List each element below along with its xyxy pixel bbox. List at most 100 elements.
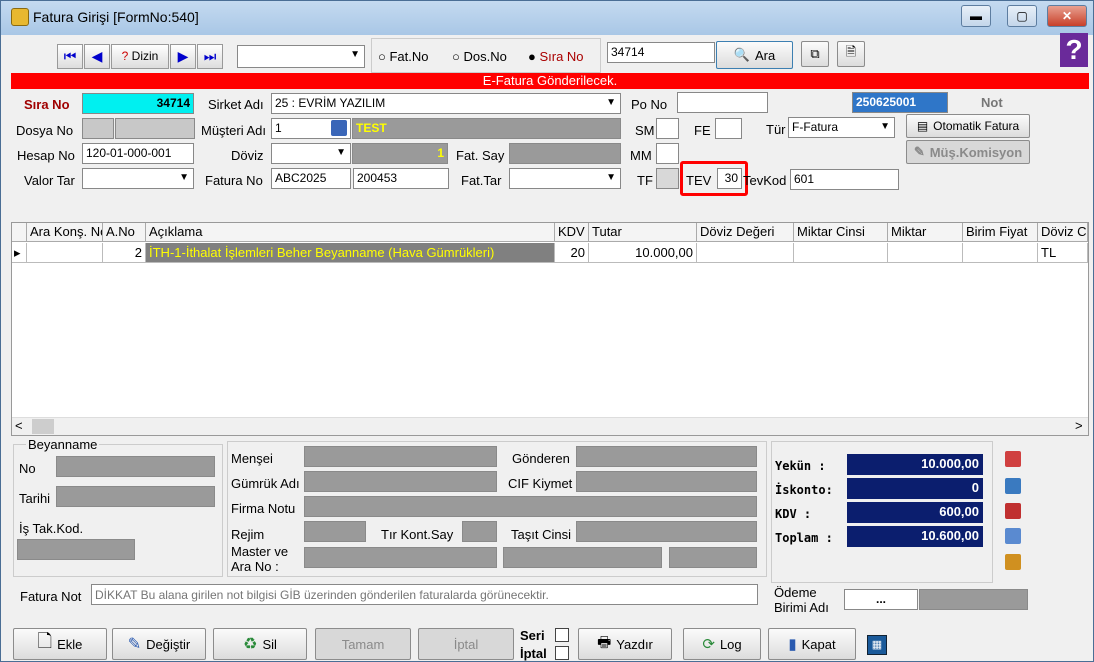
doviz-combo[interactable] bbox=[271, 143, 351, 164]
kapat-label: Kapat bbox=[801, 636, 836, 652]
next-record-button[interactable]: ▶ bbox=[170, 44, 196, 69]
scrollbar-thumb[interactable] bbox=[32, 419, 54, 434]
dizin-button[interactable]: ? Dizin bbox=[111, 44, 169, 69]
cell-ara-kons[interactable] bbox=[27, 243, 103, 263]
col-kdv[interactable]: KDV bbox=[555, 223, 589, 242]
tir-field bbox=[462, 521, 497, 542]
close-button[interactable]: ✕ bbox=[1047, 5, 1087, 27]
tevkod-field[interactable]: 601 bbox=[790, 169, 899, 190]
kapat-button[interactable]: ▮ Kapat bbox=[768, 628, 856, 660]
yazdir-button[interactable]: 🖶 Yazdır bbox=[578, 628, 672, 660]
toolbar-combo[interactable] bbox=[237, 45, 365, 68]
radio-fatno[interactable]: ○ Fat.No bbox=[378, 49, 428, 64]
tamam-button[interactable]: Tamam bbox=[315, 628, 411, 660]
ekle-button[interactable]: 🗋 Ekle bbox=[13, 628, 107, 660]
sira-no-field[interactable]: 34714 bbox=[82, 93, 194, 114]
mm-label: MM bbox=[630, 148, 652, 163]
rejim-label: Rejim bbox=[231, 527, 265, 542]
otomatik-fatura-label: Otomatik Fatura bbox=[933, 119, 1020, 133]
mus-komisyon-button[interactable]: ✎ Müş.Komisyon bbox=[906, 140, 1030, 164]
dosya-field-2[interactable] bbox=[115, 118, 195, 139]
doviz-label: Döviz bbox=[231, 148, 264, 163]
cell-ano[interactable]: 2 bbox=[103, 243, 146, 263]
fe-field[interactable] bbox=[715, 118, 742, 139]
degistir-button[interactable]: ✎ Değiştir bbox=[112, 628, 206, 660]
row-indicator[interactable]: ▸ bbox=[12, 243, 27, 263]
tf-field[interactable] bbox=[656, 168, 679, 189]
seri-iptal-checkbox[interactable] bbox=[555, 646, 569, 660]
cell-birim-fiyat[interactable] bbox=[963, 243, 1038, 263]
cell-aciklama[interactable]: İTH-1-İthalat İşlemleri Beher Beyanname … bbox=[146, 243, 555, 263]
door-icon: ▮ bbox=[788, 636, 797, 653]
seri-checkbox[interactable] bbox=[555, 628, 569, 642]
sm-label: SM bbox=[635, 123, 655, 138]
last-record-button[interactable]: ⏭ bbox=[197, 44, 223, 69]
efatura-banner: E-Fatura Gönderilecek. bbox=[11, 73, 1089, 89]
po-field[interactable] bbox=[677, 92, 768, 113]
lookup-icon[interactable] bbox=[331, 120, 347, 136]
col-doviz-degeri[interactable]: Döviz Değeri bbox=[697, 223, 794, 242]
col-aciklama[interactable]: Açıklama bbox=[146, 223, 555, 242]
hesap-field[interactable]: 120-01-000-001 bbox=[82, 143, 194, 164]
cell-tutar[interactable]: 10.000,00 bbox=[589, 243, 697, 263]
cell-miktar[interactable] bbox=[888, 243, 963, 263]
list-icon[interactable] bbox=[1005, 554, 1021, 570]
sirket-combo[interactable]: 25 : EVRİM YAZILIM bbox=[271, 93, 621, 114]
cell-miktar-cinsi[interactable] bbox=[794, 243, 888, 263]
musteri-label: Müşteri Adı bbox=[201, 123, 267, 138]
hesap-label: Hesap No bbox=[17, 148, 75, 163]
fat-say-label: Fat. Say bbox=[456, 148, 505, 163]
tev-field[interactable]: 30 bbox=[717, 168, 742, 189]
odeme-button[interactable]: ... bbox=[844, 589, 918, 610]
horizontal-scrollbar[interactable] bbox=[12, 417, 1088, 435]
fatura-not-input[interactable] bbox=[91, 584, 758, 605]
help-icon[interactable]: ? bbox=[1060, 33, 1088, 67]
odeme-label: Ödeme Birimi Adı bbox=[774, 585, 829, 615]
search-button[interactable]: 🔍 Ara bbox=[716, 41, 793, 69]
maximize-button[interactable]: ▢ bbox=[1007, 5, 1037, 27]
print-icon[interactable] bbox=[1005, 503, 1021, 519]
radio-dosno[interactable]: ○ Dos.No bbox=[452, 49, 507, 64]
copy-button[interactable]: ⧉ bbox=[801, 41, 829, 67]
cell-doviz-cinsi[interactable]: TL bbox=[1038, 243, 1088, 263]
first-record-button[interactable]: ⏮ bbox=[57, 44, 83, 69]
valor-combo[interactable] bbox=[82, 168, 194, 189]
scroll-left-icon[interactable]: < bbox=[15, 418, 23, 433]
sil-button[interactable]: ♻ Sil bbox=[213, 628, 307, 660]
fatura-no-field-1[interactable]: ABC2025 bbox=[271, 168, 351, 189]
tf-label: TF bbox=[637, 173, 653, 188]
log-button[interactable]: ⟳ Log bbox=[683, 628, 761, 660]
ref-code-field[interactable]: 250625001 bbox=[852, 92, 948, 113]
scroll-right-icon[interactable]: > bbox=[1075, 418, 1083, 433]
master-field-3 bbox=[669, 547, 757, 568]
mm-field[interactable] bbox=[656, 143, 679, 164]
fat-tar-combo[interactable] bbox=[509, 168, 621, 189]
otomatik-fatura-button[interactable]: ▤ Otomatik Fatura bbox=[906, 114, 1030, 138]
calculator-icon[interactable]: ▦ bbox=[867, 635, 887, 655]
col-birim-fiyat[interactable]: Birim Fiyat bbox=[963, 223, 1038, 242]
select-icon[interactable] bbox=[1005, 478, 1021, 494]
col-miktar[interactable]: Miktar bbox=[888, 223, 963, 242]
sm-field[interactable] bbox=[656, 118, 679, 139]
preview-button[interactable]: 🗎 bbox=[837, 41, 865, 67]
col-ara-kons[interactable]: Ara Konş. No bbox=[27, 223, 103, 242]
cell-doviz-degeri[interactable] bbox=[697, 243, 794, 263]
iptal-button[interactable]: İptal bbox=[418, 628, 514, 660]
prev-record-button[interactable]: ◀ bbox=[84, 44, 110, 69]
col-ano[interactable]: A.No bbox=[103, 223, 146, 242]
tur-combo[interactable]: F-Fatura bbox=[788, 117, 895, 138]
pages-icon[interactable] bbox=[1005, 528, 1021, 544]
fatura-no-field-2[interactable]: 200453 bbox=[353, 168, 449, 189]
odeme-field bbox=[919, 589, 1028, 610]
col-doviz-cinsi[interactable]: Döviz Ci bbox=[1038, 223, 1088, 242]
col-miktar-cinsi[interactable]: Miktar Cinsi bbox=[794, 223, 888, 242]
beyanname-no-label: No bbox=[19, 461, 36, 476]
cell-kdv[interactable]: 20 bbox=[555, 243, 589, 263]
document-icon: ▤ bbox=[916, 119, 929, 133]
search-input[interactable]: 34714 bbox=[607, 42, 715, 63]
dosya-field-1[interactable] bbox=[82, 118, 114, 139]
add-discount-icon[interactable] bbox=[1005, 451, 1021, 467]
col-tutar[interactable]: Tutar bbox=[589, 223, 697, 242]
radio-sirano[interactable]: ● Sıra No bbox=[528, 49, 584, 64]
minimize-button[interactable]: ▬ bbox=[961, 5, 991, 27]
